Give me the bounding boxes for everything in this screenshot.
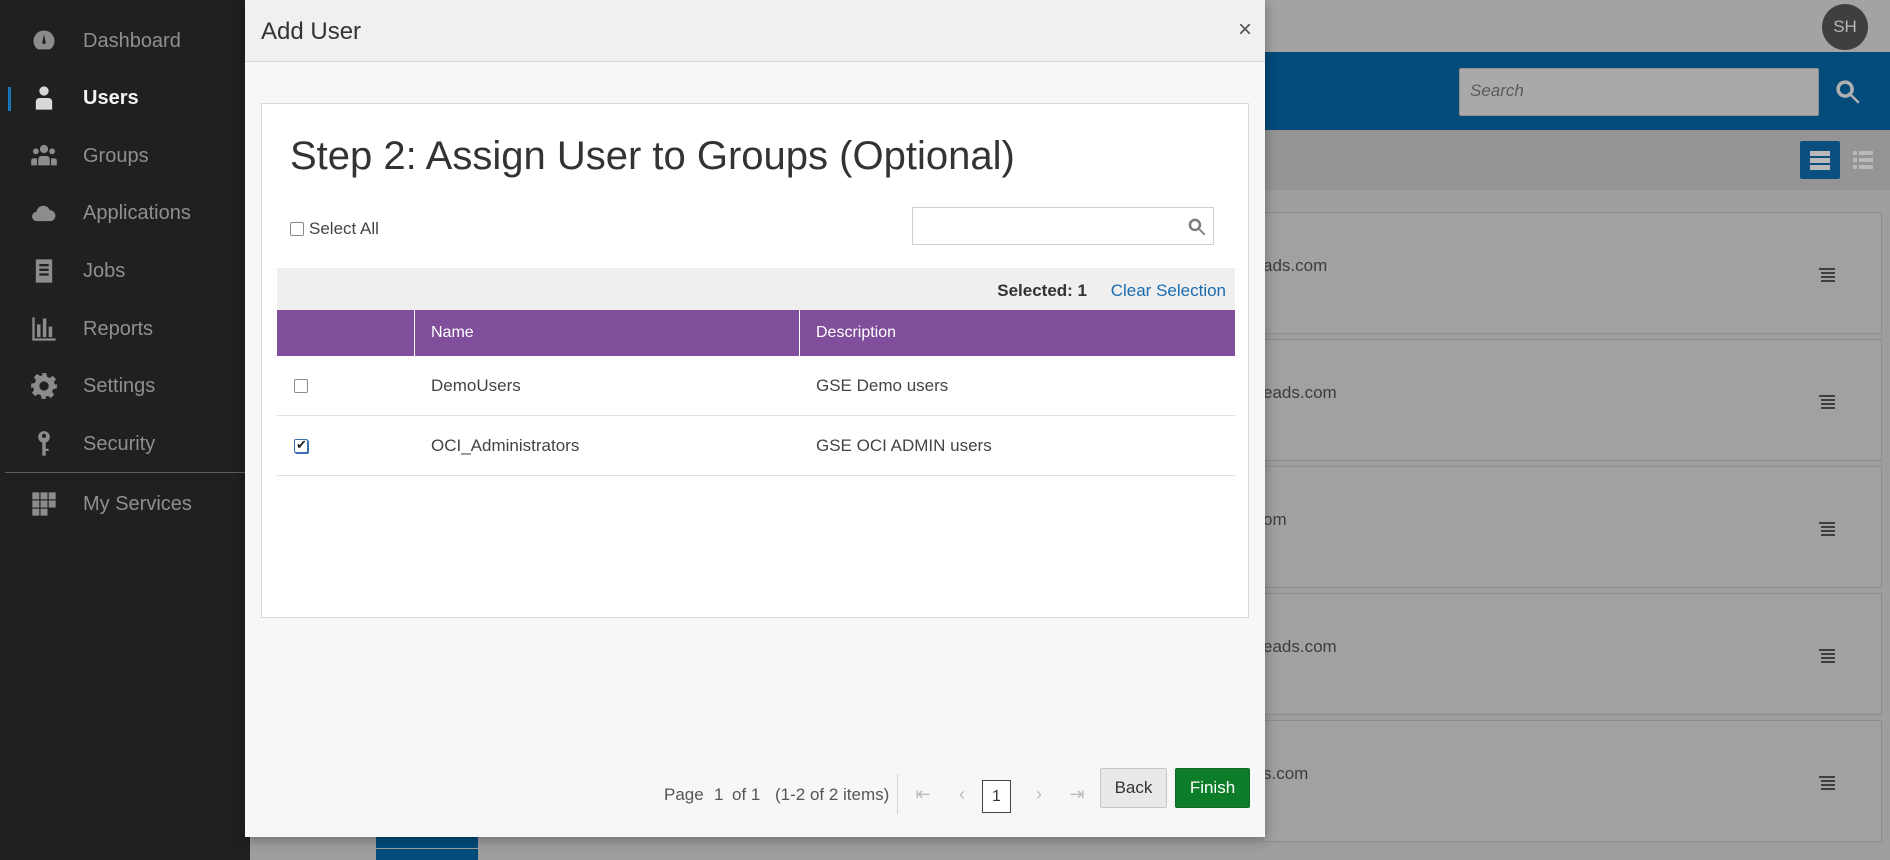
select-all-label: Select All bbox=[309, 219, 379, 238]
first-page-icon[interactable]: ⇤ bbox=[914, 784, 932, 804]
search-icon[interactable] bbox=[1834, 78, 1862, 106]
sidebar-divider bbox=[5, 472, 250, 473]
table-row[interactable]: OCI_Administrators GSE OCI ADMIN users bbox=[277, 416, 1235, 476]
user-card-email: s.com bbox=[1263, 764, 1309, 783]
sidebar-item-applications[interactable]: Applications bbox=[0, 189, 250, 237]
column-header-description[interactable]: Description bbox=[800, 310, 1235, 356]
sidebar-item-security[interactable]: Security bbox=[0, 420, 250, 468]
key-icon bbox=[30, 430, 58, 458]
pager-divider bbox=[897, 774, 898, 814]
gear-icon bbox=[30, 372, 58, 400]
pager-page-label: Page bbox=[664, 785, 704, 804]
sidebar-item-label: Security bbox=[83, 432, 156, 455]
user-icon bbox=[30, 84, 58, 112]
sidebar-item-my-services[interactable]: My Services bbox=[0, 480, 250, 528]
sidebar-item-label: Applications bbox=[83, 201, 191, 224]
group-description: GSE OCI ADMIN users bbox=[816, 436, 992, 455]
pager-of-label: of 1 bbox=[732, 785, 761, 804]
jobs-icon bbox=[30, 257, 58, 285]
step-panel: Step 2: Assign User to Groups (Optional)… bbox=[261, 103, 1249, 618]
user-card[interactable]: s.com bbox=[1262, 720, 1882, 842]
list-view-button[interactable] bbox=[1846, 141, 1880, 179]
sidebar-item-label: Settings bbox=[83, 374, 156, 397]
bar-chart-icon bbox=[30, 315, 58, 343]
sidebar-item-label: Groups bbox=[83, 144, 149, 167]
grid-icon bbox=[30, 490, 58, 518]
menu-icon[interactable] bbox=[1817, 265, 1837, 285]
dashboard-icon bbox=[30, 27, 58, 55]
group-name: DemoUsers bbox=[431, 376, 521, 395]
table-header: Name Description bbox=[277, 310, 1235, 356]
select-all-checkbox[interactable]: Select All bbox=[290, 219, 379, 239]
list-view-icon bbox=[1853, 151, 1873, 169]
user-card-email: eads.com bbox=[1263, 383, 1337, 402]
user-card[interactable]: om bbox=[1262, 466, 1882, 588]
sidebar-item-label: Users bbox=[83, 86, 139, 109]
menu-icon[interactable] bbox=[1817, 646, 1837, 666]
user-card-avatar-strip bbox=[376, 849, 478, 860]
sidebar-item-users[interactable]: Users bbox=[0, 74, 250, 122]
sidebar-item-label: Dashboard bbox=[83, 29, 181, 52]
finish-button[interactable]: Finish bbox=[1175, 768, 1250, 808]
dialog-title: Add User bbox=[261, 18, 362, 45]
sidebar-item-reports[interactable]: Reports bbox=[0, 305, 250, 353]
selection-bar: Selected: 1 Clear Selection bbox=[277, 268, 1235, 314]
avatar[interactable]: SH bbox=[1822, 4, 1868, 50]
cloud-icon bbox=[30, 199, 58, 227]
user-card-email: ads.com bbox=[1263, 256, 1328, 275]
pager-items-label: (1-2 of 2 items) bbox=[775, 785, 890, 804]
group-search-input[interactable] bbox=[912, 207, 1214, 245]
menu-icon[interactable] bbox=[1817, 519, 1837, 539]
table-row[interactable]: DemoUsers GSE Demo users bbox=[277, 356, 1235, 416]
next-page-icon[interactable]: › bbox=[1030, 784, 1048, 804]
column-header-select bbox=[277, 310, 415, 356]
sidebar-item-groups[interactable]: Groups bbox=[0, 132, 250, 180]
current-page-button[interactable]: 1 bbox=[982, 780, 1011, 813]
user-card[interactable]: eads.com bbox=[1262, 339, 1882, 461]
last-page-icon[interactable]: ⇥ bbox=[1068, 784, 1086, 804]
add-user-dialog: Add User × Step 2: Assign User to Groups… bbox=[245, 0, 1265, 837]
dialog-header: Add User × bbox=[245, 0, 1265, 62]
column-header-name[interactable]: Name bbox=[415, 310, 800, 356]
checkbox[interactable] bbox=[290, 222, 304, 236]
row-checkbox[interactable] bbox=[294, 437, 308, 453]
menu-icon[interactable] bbox=[1817, 773, 1837, 793]
user-card[interactable]: ads.com bbox=[1262, 212, 1882, 334]
user-card-avatar-strip bbox=[376, 836, 478, 848]
menu-icon[interactable] bbox=[1817, 392, 1837, 412]
previous-page-icon[interactable]: ‹ bbox=[953, 784, 971, 804]
clear-selection-link[interactable]: Clear Selection bbox=[1111, 281, 1226, 301]
group-icon bbox=[30, 142, 58, 170]
card-view-icon bbox=[1810, 151, 1830, 170]
close-icon[interactable]: × bbox=[1233, 18, 1257, 42]
sidebar-item-dashboard[interactable]: Dashboard bbox=[0, 17, 250, 65]
user-card-email: eads.com bbox=[1263, 637, 1337, 656]
search-icon[interactable] bbox=[1187, 217, 1207, 237]
sidebar-item-label: Reports bbox=[83, 317, 154, 340]
search-input[interactable]: Search bbox=[1459, 68, 1819, 116]
step-title: Step 2: Assign User to Groups (Optional) bbox=[290, 134, 1015, 178]
sidebar-item-jobs[interactable]: Jobs bbox=[0, 247, 250, 295]
row-checkbox[interactable] bbox=[294, 379, 308, 393]
user-card[interactable]: eads.com bbox=[1262, 593, 1882, 715]
back-button[interactable]: Back bbox=[1100, 768, 1167, 808]
sidebar: Dashboard Users Groups Applications Jobs… bbox=[0, 0, 250, 860]
group-description: GSE Demo users bbox=[816, 376, 949, 395]
selected-count: Selected: 1 bbox=[997, 281, 1087, 300]
sidebar-item-label: Jobs bbox=[83, 259, 126, 282]
sidebar-item-label: My Services bbox=[83, 492, 192, 515]
group-name: OCI_Administrators bbox=[431, 436, 580, 455]
sidebar-item-settings[interactable]: Settings bbox=[0, 362, 250, 410]
user-card-email: om bbox=[1263, 510, 1287, 529]
card-view-button[interactable] bbox=[1800, 141, 1840, 179]
pager-page-value: 1 bbox=[714, 785, 724, 804]
